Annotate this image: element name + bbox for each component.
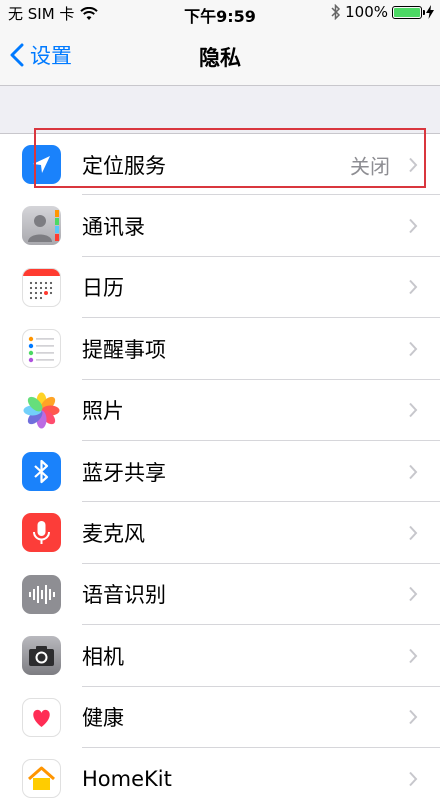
privacy-settings-list: 定位服务 关闭 通讯录 日历 提醒事项 照片 蓝牙共享 麦克风 语音识别 相机 …: [0, 133, 440, 809]
chevron-right-icon: [409, 587, 418, 602]
home-icon: [22, 758, 61, 798]
chevron-right-icon: [409, 710, 418, 725]
chevron-right-icon: [409, 403, 418, 418]
row-label: 语音识别: [82, 583, 166, 608]
row-speech-recognition[interactable]: 语音识别: [0, 564, 440, 626]
row-label: 蓝牙共享: [82, 460, 166, 485]
row-health[interactable]: 健康: [0, 687, 440, 748]
battery-fill: [394, 7, 420, 17]
bluetooth-icon: [22, 451, 61, 491]
row-label: 健康: [82, 706, 124, 731]
chevron-right-icon: [409, 648, 418, 663]
battery-icon: [392, 5, 425, 19]
chevron-right-icon: [409, 280, 418, 295]
row-label: 提醒事项: [82, 337, 166, 362]
chevron-right-icon: [409, 341, 418, 357]
reminders-icon: [22, 329, 61, 369]
speech-recognition-icon: [22, 574, 61, 614]
chevron-right-icon: [409, 525, 418, 541]
row-label: HomeKit: [82, 766, 172, 791]
highlight-box: [34, 128, 426, 188]
bluetooth-status-icon: [331, 4, 341, 20]
camera-icon: [22, 636, 61, 676]
chevron-right-icon: [409, 464, 418, 479]
row-label: 照片: [82, 399, 124, 424]
row-photos[interactable]: 照片: [0, 380, 440, 441]
row-label: 麦克风: [82, 522, 145, 547]
row-camera[interactable]: 相机: [0, 625, 440, 687]
chevron-right-icon: [409, 771, 418, 786]
row-contacts[interactable]: 通讯录: [0, 195, 440, 257]
row-bluetooth-sharing[interactable]: 蓝牙共享: [0, 441, 440, 503]
row-label: 相机: [82, 644, 124, 669]
health-heart-icon: [22, 697, 61, 737]
row-reminders[interactable]: 提醒事项: [0, 318, 440, 380]
chevron-right-icon: [409, 218, 418, 234]
row-calendar[interactable]: 日历: [0, 257, 440, 319]
row-microphone[interactable]: 麦克风: [0, 502, 440, 564]
microphone-icon: [22, 513, 61, 553]
navigation-bar: 设置 隐私: [0, 26, 440, 86]
status-right: 100%: [331, 3, 434, 21]
calendar-icon: [22, 267, 61, 307]
photos-icon: [22, 390, 61, 430]
row-label: 日历: [82, 276, 124, 301]
row-homekit[interactable]: HomeKit: [0, 748, 440, 809]
status-bar: 无 SIM 卡 下午9:59 100%: [0, 0, 440, 26]
row-label: 通讯录: [82, 215, 145, 240]
battery-percent: 100%: [345, 3, 388, 21]
contacts-icon: [22, 206, 61, 246]
page-title: 隐私: [199, 46, 241, 70]
charging-bolt-icon: [426, 5, 434, 19]
